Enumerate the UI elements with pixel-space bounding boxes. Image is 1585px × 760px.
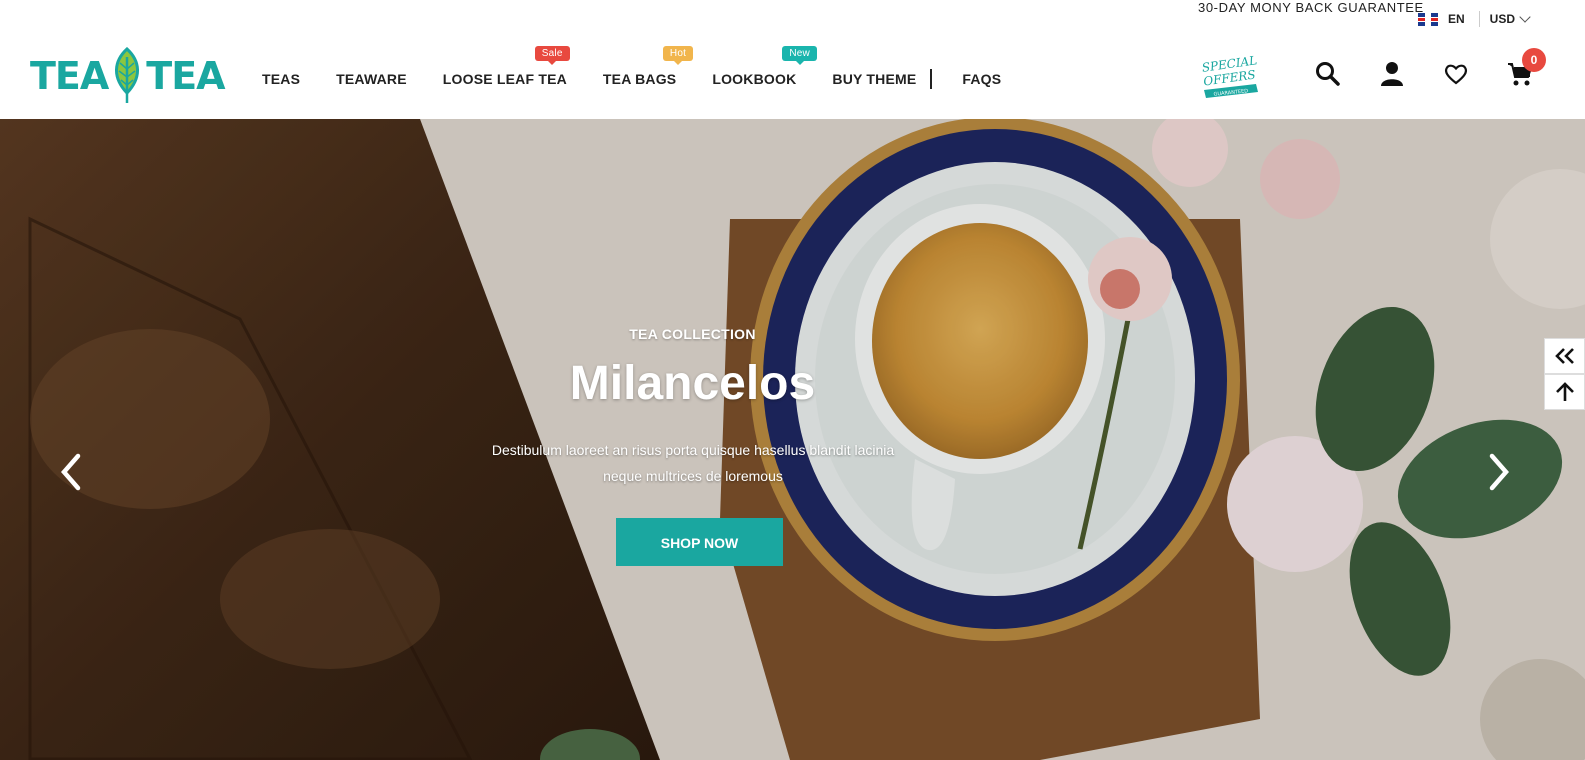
wishlist-heart-icon[interactable] (1442, 60, 1470, 88)
main-header: TEA TEA TEAS TEAWARE Sale LOOSE LEAF TEA… (0, 36, 1585, 120)
nav-buy-theme[interactable]: BUY THEME (832, 71, 916, 87)
uk-flag-icon (1418, 12, 1438, 26)
nav-label: LOOSE LEAF TEA (442, 71, 567, 87)
nav-tea-bags[interactable]: Hot TEA BAGS (602, 46, 694, 87)
back-to-top-button[interactable] (1544, 374, 1585, 410)
logo-text-right: TEA (146, 54, 225, 98)
nav-lookbook[interactable]: New LOOKBOOK (712, 46, 817, 87)
nav-label: FAQS (962, 71, 1002, 87)
hero-slider: TEA COLLECTION Milancelos Destibulum lao… (0, 119, 1585, 760)
nav-label: BUY THEME (832, 71, 917, 87)
divider (1478, 11, 1480, 27)
nav-divider (930, 69, 933, 89)
currency-label: USD (1489, 12, 1516, 26)
locale-switcher: EN USD (1418, 11, 1531, 27)
side-tools (1544, 338, 1585, 410)
logo-text-left: TEA (30, 54, 109, 98)
account-icon[interactable] (1378, 60, 1406, 88)
site-logo[interactable]: TEA TEA (30, 46, 226, 106)
language-label: EN (1448, 12, 1465, 26)
nav-teaware[interactable]: TEAWARE (336, 71, 407, 87)
new-badge: New (782, 46, 817, 65)
guarantee-text: 30-DAY MONY BACK GUARANTEE (1198, 0, 1424, 15)
nav-label: LOOKBOOK (712, 71, 797, 87)
hero-title: Milancelos (569, 357, 816, 410)
double-chevron-left-icon (1554, 348, 1574, 364)
search-icon[interactable] (1314, 60, 1342, 88)
nav-loose-leaf-tea[interactable]: Sale LOOSE LEAF TEA (442, 46, 570, 87)
slider-next-arrow-icon[interactable] (1484, 452, 1514, 492)
currency-selector[interactable]: USD (1489, 11, 1531, 26)
sale-badge: Sale (534, 46, 570, 65)
hero-subtitle: TEA COLLECTION (629, 326, 756, 342)
main-navigation: TEAS TEAWARE Sale LOOSE LEAF TEA Hot TEA… (262, 46, 1037, 89)
hero-description: Destibulum laoreet an risus porta quisqu… (491, 442, 895, 484)
cart-count-badge: 0 (1522, 48, 1546, 72)
leaf-icon (115, 47, 140, 103)
nav-teas[interactable]: TEAS (262, 71, 300, 87)
slider-prev-arrow-icon[interactable] (56, 452, 86, 492)
top-bar: 30-DAY MONY BACK GUARANTEE EN USD (0, 0, 1585, 36)
arrow-up-icon (1555, 382, 1574, 401)
special-offers-badge[interactable]: SPECIAL OFFERS GUARANTEED (1198, 52, 1262, 107)
collapse-panel-button[interactable] (1544, 338, 1585, 374)
chevron-down-icon (1519, 11, 1531, 23)
hot-badge: Hot (662, 46, 694, 65)
language-selector[interactable]: EN (1418, 12, 1465, 26)
special-offers-graphic: SPECIAL OFFERS GUARANTEED (1201, 53, 1258, 98)
nav-label: TEA BAGS (602, 71, 677, 87)
nav-label: TEAWARE (336, 71, 407, 87)
shop-now-button[interactable]: SHOP NOW (616, 518, 783, 566)
nav-label: TEAS (262, 71, 301, 87)
nav-faqs[interactable]: FAQS (962, 71, 1001, 87)
